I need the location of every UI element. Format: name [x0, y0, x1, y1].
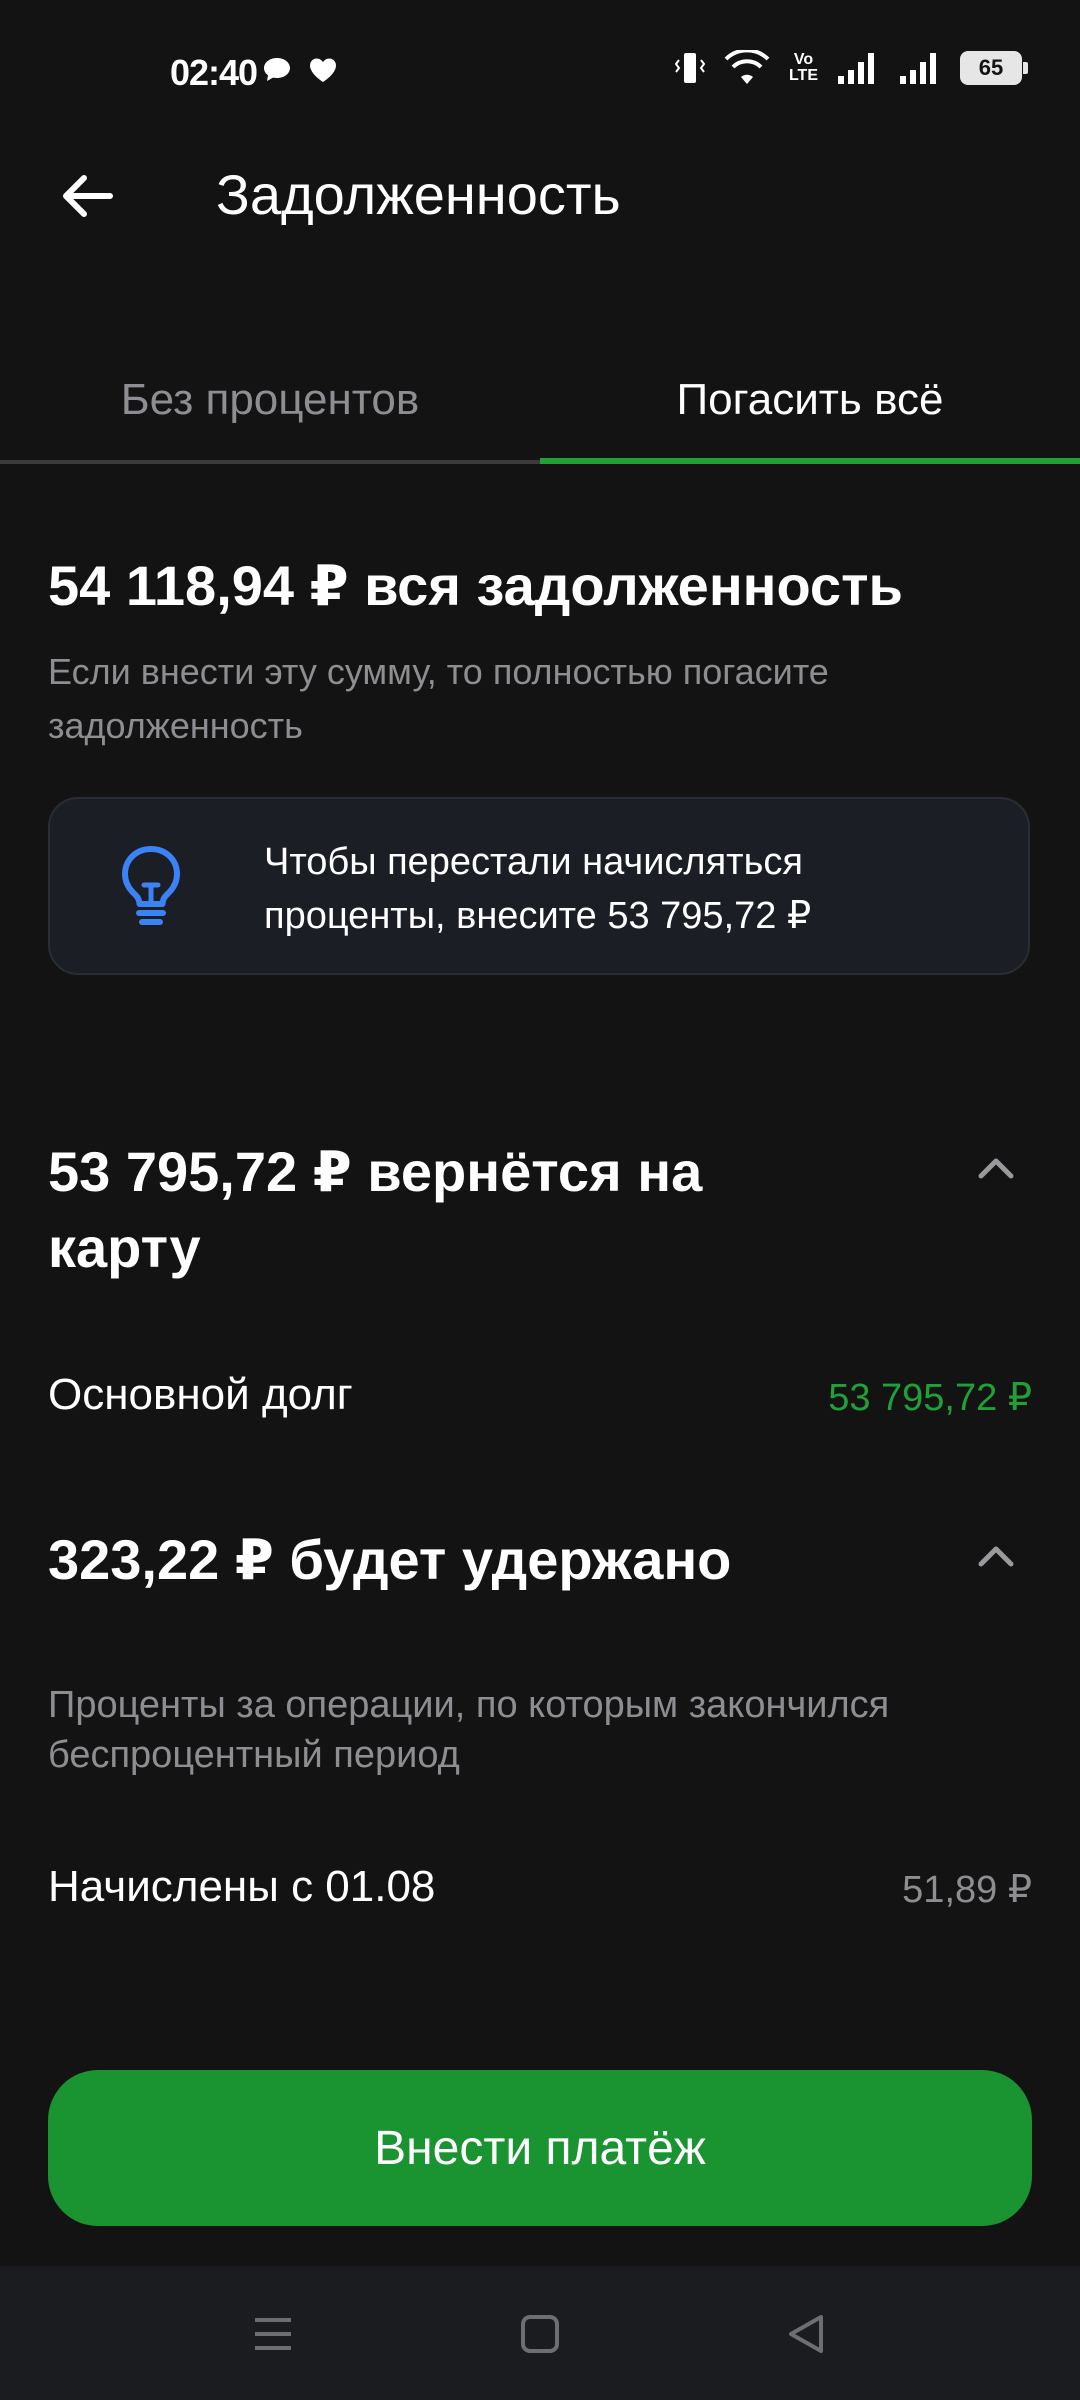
- volte-indicator: Vo LTE: [789, 52, 818, 84]
- withheld-section-description: Проценты за операции, по которым закончи…: [48, 1684, 890, 1776]
- accrued-interest-value: 51,89 ₽: [902, 1869, 1032, 1911]
- nav-home-button[interactable]: [500, 2294, 580, 2374]
- heart-icon: [310, 58, 336, 82]
- withheld-section-title: 323,22 ₽ будет удержано: [48, 1528, 732, 1591]
- signal-2-icon: [900, 53, 936, 84]
- nav-menu-button[interactable]: [233, 2294, 313, 2374]
- arrow-left-icon: [63, 175, 113, 217]
- back-button[interactable]: [48, 158, 124, 234]
- triangle-back-icon: [789, 2315, 823, 2353]
- total-debt-title: 54 118,94 ₽ вся задолженность: [48, 554, 903, 617]
- signal-1-icon: [838, 53, 874, 84]
- tab-active-indicator: [540, 458, 1080, 464]
- page-title: Задолженность: [216, 163, 621, 226]
- principal-debt-value: 53 795,72 ₽: [828, 1377, 1032, 1419]
- vibrate-icon: [674, 53, 705, 83]
- battery-level: 65: [978, 55, 1004, 80]
- volte-label-bottom: LTE: [788, 67, 818, 84]
- total-debt-description: Если внести эту сумму, то полностью пога…: [48, 651, 829, 746]
- chevron-up-icon: [978, 1158, 1014, 1179]
- status-time: 02:40: [170, 52, 258, 93]
- volte-label-top: Vo: [793, 51, 814, 68]
- info-card-text: Чтобы перестали начисляться проценты, вн…: [264, 841, 812, 937]
- make-payment-button[interactable]: Внести платёж: [48, 2070, 1032, 2226]
- home-square-icon: [521, 2315, 559, 2353]
- tab-bar: Без процентов Погасить всё: [0, 340, 1080, 466]
- status-notification-icons: [262, 56, 338, 84]
- menu-icon: [255, 2318, 291, 2350]
- status-right-icons: Vo LTE 65: [674, 50, 1028, 86]
- refund-section-toggle[interactable]: [956, 1128, 1036, 1208]
- principal-debt-label: Основной долг: [48, 1370, 353, 1419]
- battery-icon: 65: [960, 51, 1028, 85]
- refund-section-title: 53 795,72 ₽ вернётся на карту: [48, 1140, 703, 1279]
- tab-pay-all[interactable]: Погасить всё: [540, 340, 1080, 460]
- lightbulb-icon: [122, 846, 180, 925]
- tab-interest-free[interactable]: Без процентов: [0, 340, 540, 460]
- wifi-icon: [724, 50, 770, 84]
- withheld-section-toggle[interactable]: [956, 1516, 1036, 1596]
- accrued-interest-label: Начислены с 01.08: [48, 1862, 436, 1911]
- nav-back-button[interactable]: [766, 2294, 846, 2374]
- info-card: Чтобы перестали начисляться проценты, вн…: [48, 797, 1030, 975]
- system-nav-bar: [0, 2266, 1080, 2400]
- chevron-up-icon: [978, 1546, 1014, 1567]
- chat-bubble-icon: [264, 58, 290, 81]
